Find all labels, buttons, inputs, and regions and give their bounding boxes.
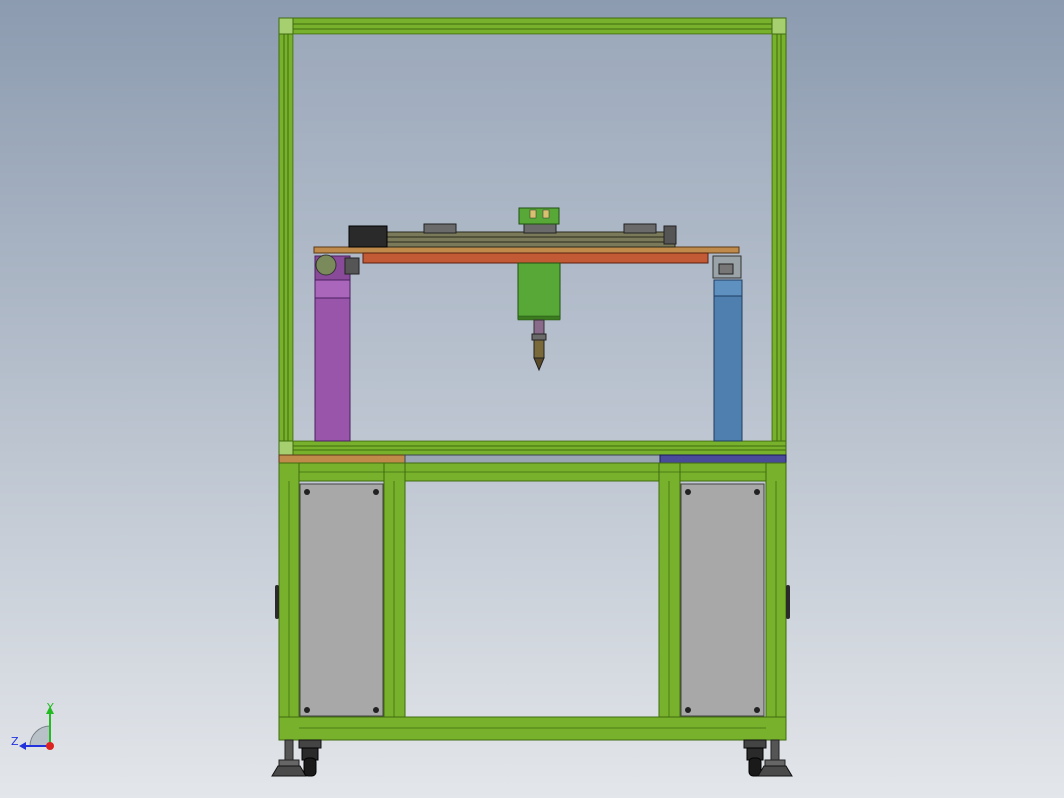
x-axis-motor [348,225,388,248]
spindle-connector-a [529,209,537,219]
cabinet-inner-post-right [658,462,681,718]
corner-bracket-ml [278,440,294,456]
corner-bracket-tl [278,17,294,35]
spindle-adapter [533,319,545,335]
spindle-body [517,262,561,320]
right-post [771,17,787,459]
gantry-rail [362,252,709,264]
corner-bracket-tr [771,17,787,35]
triad-x-axis-dot [46,742,54,750]
right-column [713,279,743,442]
triad-z-label: Z [11,735,19,748]
cabinet-top-strip-center [404,454,661,464]
linear-module [384,231,676,248]
spindle-chuck [533,339,545,359]
cabinet-bottom-beam [278,716,787,741]
leveling-foot-right-stem [770,739,780,761]
spindle-top-block [518,207,560,225]
carriage-center [523,223,557,234]
drive-pulley [315,254,337,276]
left-column [314,279,351,442]
carriage-right [623,223,657,234]
leveling-foot-right-base [757,765,793,777]
end-cap-right [663,225,677,245]
left-post [278,17,294,459]
spindle-connector-b [542,209,550,219]
handle-right [786,585,790,619]
carriage-left [423,223,457,234]
cabinet-top-strip-left [278,454,406,464]
spindle-collar [517,315,561,321]
cabinet-top-strip-right [659,454,787,464]
handle-left [275,585,279,619]
cabinet-inner-post-left [383,462,406,718]
spindle-nut [531,333,547,341]
leveling-foot-left-stem [284,739,294,761]
side-panel-left [299,483,384,717]
right-guide-block [718,263,734,275]
cad-viewport[interactable]: Y Z [0,0,1064,798]
top-beam [278,17,787,35]
left-clamp [344,257,360,275]
side-panel-right [680,483,765,717]
middle-beam [278,440,787,456]
leveling-foot-left-base [271,765,307,777]
caster-left-wheel [303,757,317,777]
left-column-cap [314,279,351,299]
right-column-cap [713,279,743,297]
cad-model-view: Y Z [0,0,1064,798]
triad-y-label: Y [46,701,54,714]
gantry-base-plate [313,246,740,254]
